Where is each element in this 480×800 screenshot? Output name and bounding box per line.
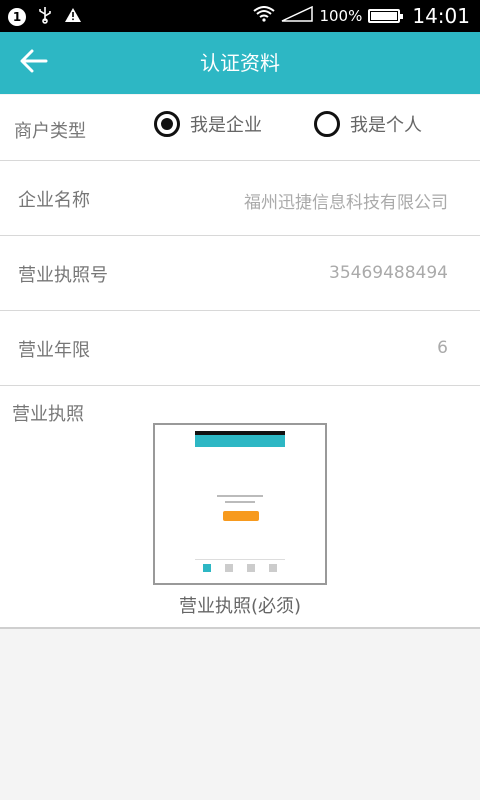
empty-area — [0, 629, 480, 800]
radio-individual-label: 我是个人 — [350, 115, 422, 136]
app-header: 认证资料 — [0, 32, 480, 94]
radio-selected-icon — [154, 111, 180, 137]
radio-unselected-icon — [314, 111, 340, 137]
page-title: 认证资料 — [200, 51, 280, 75]
wifi-icon — [253, 6, 276, 26]
merchant-type-row: 商户类型 我是企业 我是个人 — [0, 95, 480, 161]
clock: 14:01 — [412, 4, 470, 28]
battery-percentage: 100% — [319, 7, 363, 25]
business-years-field[interactable]: 6 — [437, 338, 448, 358]
company-name-row[interactable]: 企业名称 福州迅捷信息科技有限公司 — [0, 161, 480, 236]
status-bar: 1 100% 14:01 — [0, 0, 480, 32]
license-photo-thumbnail — [195, 431, 285, 577]
business-years-row[interactable]: 营业年限 6 — [0, 311, 480, 386]
radio-individual[interactable]: 我是个人 — [314, 111, 422, 137]
business-years-label: 营业年限 — [18, 340, 90, 361]
license-number-label: 营业执照号 — [18, 265, 108, 286]
license-number-row[interactable]: 营业执照号 35469488494 — [0, 236, 480, 311]
license-photo-label: 营业执照 — [12, 404, 84, 425]
merchant-type-label: 商户类型 — [14, 121, 86, 142]
license-photo-upload[interactable] — [153, 423, 327, 585]
usb-icon — [38, 6, 52, 28]
back-button[interactable] — [16, 46, 52, 80]
signal-icon — [281, 5, 314, 26]
battery-icon — [368, 9, 404, 23]
license-photo-section: 营业执照 营业执照(必须) — [0, 386, 480, 629]
notification-badge: 1 — [8, 8, 26, 26]
license-number-field[interactable]: 35469488494 — [329, 263, 448, 283]
license-photo-caption: 营业执照(必须) — [178, 596, 302, 617]
radio-enterprise[interactable]: 我是企业 — [154, 111, 262, 137]
radio-enterprise-label: 我是企业 — [190, 115, 262, 136]
company-name-field[interactable]: 福州迅捷信息科技有限公司 — [244, 188, 448, 213]
company-name-label: 企业名称 — [18, 190, 90, 211]
arrow-left-icon — [20, 49, 48, 77]
warning-icon — [64, 7, 82, 27]
